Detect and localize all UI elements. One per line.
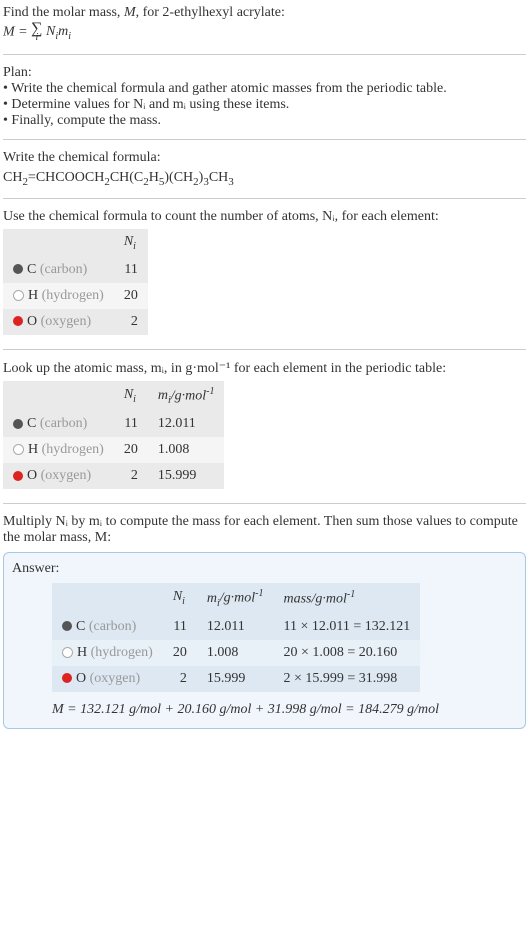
mult-title: Multiply Nᵢ by mᵢ to compute the mass fo… (3, 514, 526, 546)
table-row: H (hydrogen) 20 (3, 283, 148, 309)
sigma-icon: ∑i (31, 23, 42, 41)
n-cell: 2 (163, 666, 197, 692)
chemical-formula: Write the chemical formula: CH2=CHCOOCH2… (3, 148, 526, 190)
dot-icon (13, 264, 23, 274)
m-cell: 1.008 (148, 437, 225, 463)
answer-label: Answer: (12, 561, 517, 577)
table-row: C (carbon) 11 (3, 257, 148, 283)
multiply: Multiply Nᵢ by mᵢ to compute the mass fo… (3, 512, 526, 548)
element-cell: O (oxygen) (52, 666, 163, 692)
answer-table: Ni mi/g·mol-1 mass/g·mol-1 C (carbon) 11… (52, 583, 420, 691)
element-cell: H (hydrogen) (3, 437, 114, 463)
col-element (52, 583, 163, 613)
intro: Find the molar mass, M, for 2-ethylhexyl… (3, 3, 526, 46)
table-row: O (oxygen) 2 (3, 309, 148, 335)
plan-bullet: • Write the chemical formula and gather … (3, 81, 526, 97)
intro-line: Find the molar mass, M, for 2-ethylhexyl… (3, 5, 526, 21)
final-result: M = 132.121 g/mol + 20.160 g/mol + 31.99… (52, 702, 517, 718)
dot-icon (13, 419, 23, 429)
n-cell: 20 (163, 640, 197, 666)
count-title: Use the chemical formula to count the nu… (3, 209, 526, 225)
m-cell: 1.008 (197, 640, 274, 666)
table-row: O (oxygen) 2 15.999 (3, 463, 224, 489)
n-cell: 11 (114, 257, 148, 283)
n-cell: 20 (114, 437, 148, 463)
plan-title: Plan: (3, 65, 526, 81)
plan-bullet: • Determine values for Nᵢ and mᵢ using t… (3, 97, 526, 113)
dot-icon (13, 471, 23, 481)
m-cell: 15.999 (197, 666, 274, 692)
n-cell: 20 (114, 283, 148, 309)
table-row: C (carbon) 11 12.011 11 × 12.011 = 132.1… (52, 614, 420, 640)
table-row: C (carbon) 11 12.011 (3, 411, 224, 437)
table-row: H (hydrogen) 20 1.008 20 × 1.008 = 20.16… (52, 640, 420, 666)
element-cell: C (carbon) (3, 257, 114, 283)
calc-cell: 2 × 15.999 = 31.998 (273, 666, 420, 692)
dot-icon (13, 316, 23, 326)
n-cell: 2 (114, 463, 148, 489)
dot-icon (62, 673, 72, 683)
chem-title: Write the chemical formula: (3, 150, 526, 166)
col-n: Ni (114, 381, 148, 411)
dot-icon (13, 290, 24, 301)
dot-icon (13, 444, 24, 455)
divider (3, 349, 526, 350)
plan: Plan: • Write the chemical formula and g… (3, 63, 526, 131)
m-cell: 12.011 (197, 614, 274, 640)
n-cell: 2 (114, 309, 148, 335)
col-element (3, 381, 114, 411)
intro-equation: M = ∑i Nimi (3, 23, 526, 42)
table-header: Ni (3, 229, 148, 257)
dot-icon (62, 647, 73, 658)
dot-icon (62, 621, 72, 631)
table-row: H (hydrogen) 20 1.008 (3, 437, 224, 463)
divider (3, 503, 526, 504)
element-cell: H (hydrogen) (52, 640, 163, 666)
mass-title: Look up the atomic mass, mᵢ, in g·mol⁻¹ … (3, 360, 526, 377)
chem-formula: CH2=CHCOOCH2CH(C2H5)(CH2)3CH3 (3, 170, 526, 188)
col-m: mi/g·mol-1 (148, 381, 225, 411)
atomic-mass: Look up the atomic mass, mᵢ, in g·mol⁻¹ … (3, 358, 526, 495)
element-cell: O (oxygen) (3, 463, 114, 489)
element-cell: C (carbon) (3, 411, 114, 437)
calc-cell: 11 × 12.011 = 132.121 (273, 614, 420, 640)
count-table: Ni C (carbon) 11 H (hydrogen) 20 O (oxyg… (3, 229, 148, 335)
table-header: Ni mi/g·mol-1 (3, 381, 224, 411)
atom-count: Use the chemical formula to count the nu… (3, 207, 526, 341)
mass-table: Ni mi/g·mol-1 C (carbon) 11 12.011 H (hy… (3, 381, 224, 489)
n-cell: 11 (114, 411, 148, 437)
m-cell: 15.999 (148, 463, 225, 489)
m-cell: 12.011 (148, 411, 225, 437)
table-header: Ni mi/g·mol-1 mass/g·mol-1 (52, 583, 420, 613)
table-row: O (oxygen) 2 15.999 2 × 15.999 = 31.998 (52, 666, 420, 692)
calc-cell: 20 × 1.008 = 20.160 (273, 640, 420, 666)
col-m: mi/g·mol-1 (197, 583, 274, 613)
divider (3, 198, 526, 199)
plan-bullet: • Finally, compute the mass. (3, 113, 526, 129)
col-element (3, 229, 114, 257)
n-cell: 11 (163, 614, 197, 640)
divider (3, 139, 526, 140)
element-cell: C (carbon) (52, 614, 163, 640)
col-n: Ni (114, 229, 148, 257)
col-mass: mass/g·mol-1 (273, 583, 420, 613)
divider (3, 54, 526, 55)
element-cell: H (hydrogen) (3, 283, 114, 309)
col-n: Ni (163, 583, 197, 613)
element-cell: O (oxygen) (3, 309, 114, 335)
answer-box: Answer: Ni mi/g·mol-1 mass/g·mol-1 C (ca… (3, 552, 526, 728)
